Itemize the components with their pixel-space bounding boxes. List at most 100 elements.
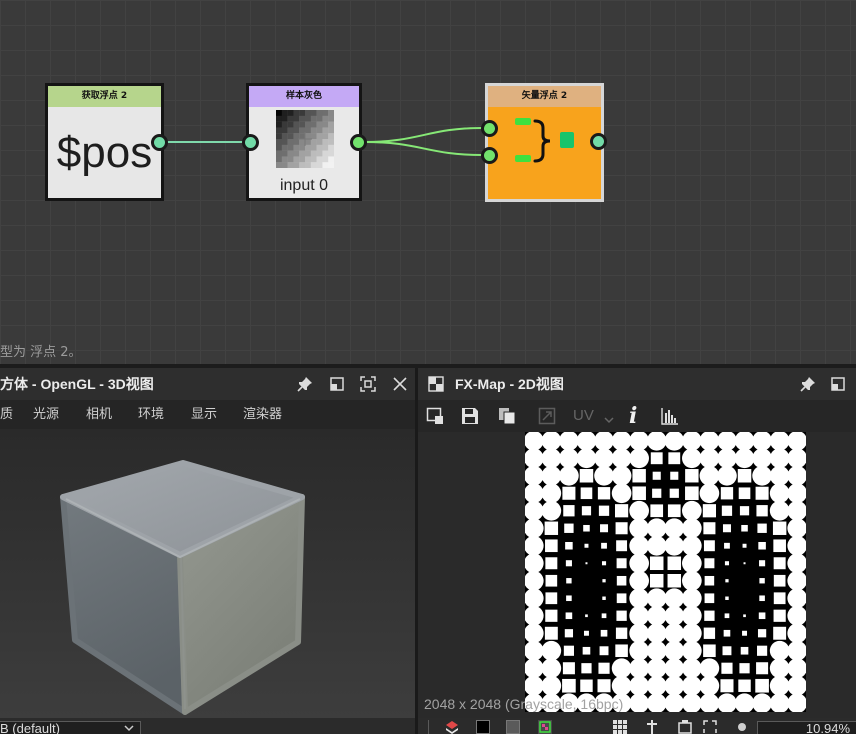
thumbnail-cell <box>293 156 300 163</box>
fx-map-cell <box>759 595 765 602</box>
fx-map-cell <box>629 518 649 539</box>
thumbnail-cell <box>305 133 311 140</box>
grid-icon[interactable] <box>613 720 627 734</box>
thumbnail-cell <box>310 144 317 151</box>
fx-map-cell <box>629 535 649 556</box>
thumbnail-cell <box>287 150 294 157</box>
fx-map-cell <box>646 640 667 661</box>
port-vector-input-1[interactable] <box>481 120 498 137</box>
histogram-icon[interactable] <box>661 407 679 425</box>
port-vector-input-2[interactable] <box>481 147 498 164</box>
fx-map-cell <box>682 535 702 556</box>
menu-renderer[interactable]: 渲染器 <box>243 400 282 429</box>
view2d-titlebar[interactable]: FX-Map - 2D视图 <box>418 368 856 400</box>
thumbnail-cell <box>276 110 282 116</box>
fx-map-cell <box>629 675 649 696</box>
fx-map-cell <box>646 623 667 644</box>
pin-icon[interactable] <box>800 376 816 392</box>
fx-map-cell <box>598 662 610 674</box>
fx-map-cell <box>615 644 628 658</box>
black-background-icon[interactable] <box>476 720 490 734</box>
image-info-text: 2048 x 2048 (Grayscale, 16bpc) <box>424 696 624 712</box>
fx-map-cell <box>629 432 649 451</box>
port-vector-output[interactable] <box>590 133 607 150</box>
node-get-float2[interactable]: 获取浮点 2 $pos <box>45 83 164 201</box>
wire-sample-to-vector-y[interactable] <box>364 141 483 156</box>
fit-frame-icon[interactable] <box>678 720 692 734</box>
fx-map-cell <box>773 574 786 587</box>
menu-camera[interactable]: 相机 <box>86 400 112 429</box>
copy-icon[interactable] <box>498 407 516 425</box>
fx-map-cell <box>544 626 558 640</box>
restore-icon[interactable] <box>329 376 345 392</box>
colorspace-value: B (default) <box>0 721 60 734</box>
info-icon[interactable]: i <box>629 400 637 432</box>
fx-map-cell <box>664 640 685 661</box>
menu-environment[interactable]: 环境 <box>138 400 164 429</box>
node-vector-float2[interactable]: 矢量浮点 2 <box>485 83 604 202</box>
fx-map-cell <box>564 629 574 638</box>
port-sample-gray-output[interactable] <box>350 134 367 151</box>
menu-display[interactable]: 显示 <box>191 400 217 429</box>
fx-map-cell <box>600 629 608 637</box>
node-sample-gray[interactable]: 样本灰色 input 0 <box>246 83 362 201</box>
brace-icon <box>533 119 551 163</box>
zoom-slider-handle[interactable] <box>738 723 746 731</box>
fx-map-cell <box>699 693 720 712</box>
fx-map-cell <box>769 640 790 661</box>
port-get-float2-output[interactable] <box>151 134 168 151</box>
zoom-input[interactable]: 10.94% <box>757 721 856 734</box>
node-header: 样本灰色 <box>249 86 359 107</box>
fx-map-cell <box>787 432 806 451</box>
thumbnail-cell <box>305 139 311 145</box>
fx-map-cell <box>646 675 667 696</box>
port-sample-gray-input[interactable] <box>242 134 259 151</box>
save-icon[interactable] <box>461 407 479 425</box>
close-icon[interactable] <box>392 376 408 392</box>
maximize-icon[interactable] <box>360 376 376 392</box>
layers-icon[interactable] <box>445 720 459 734</box>
fx-map-cell <box>670 471 679 480</box>
fx-map-cell <box>669 488 679 498</box>
fx-map-cell <box>787 570 806 591</box>
thumbnail-cell <box>305 150 311 157</box>
thumbnail-cell <box>276 150 282 157</box>
view3d-titlebar[interactable]: 方体 - OpenGL - 3D视图 <box>0 368 415 400</box>
thumbnail-cell <box>322 127 329 134</box>
thumbnail-cell <box>316 110 323 116</box>
fx-map-cell <box>757 629 767 638</box>
fx-map-cell <box>702 504 717 518</box>
fx-map-cell <box>703 627 716 639</box>
thumbnail-cell <box>287 156 294 163</box>
thumbnail-cell <box>281 156 288 163</box>
fx-map-cell <box>724 561 730 566</box>
export-view-icon[interactable] <box>426 407 444 425</box>
fx-map-cell <box>598 505 610 516</box>
fx-map-cell <box>580 487 593 500</box>
node-graph-canvas[interactable]: 获取浮点 2 $pos 样本灰色 input 0 矢量浮点 2 型为 浮点 2。 <box>0 0 856 364</box>
thumbnail-cell <box>299 127 306 134</box>
fx-map-cell <box>562 486 576 500</box>
checker-background-icon[interactable] <box>538 720 552 734</box>
pin-icon[interactable] <box>297 376 313 392</box>
view3d-viewport[interactable] <box>0 429 415 718</box>
restore-icon[interactable] <box>830 376 846 392</box>
zoom-value: 10.94% <box>805 721 850 734</box>
menu-material[interactable]: 质 <box>0 400 13 429</box>
fx-map-cell <box>725 579 729 583</box>
view2d-viewport[interactable]: 2048 x 2048 (Grayscale, 16bpc) <box>418 432 856 718</box>
fx-map-cell <box>611 675 632 696</box>
fx-map-cell <box>787 605 806 626</box>
fx-map-cell <box>682 588 702 609</box>
gray-background-icon[interactable] <box>506 720 520 734</box>
frame-icon[interactable] <box>703 720 717 734</box>
fx-map-cell <box>615 522 628 535</box>
fx-map-cell <box>545 609 558 622</box>
menu-lights[interactable]: 光源 <box>33 400 59 429</box>
fx-map-cell <box>787 640 806 661</box>
pin-icon[interactable] <box>645 720 659 734</box>
thumbnail-cell <box>328 156 335 163</box>
colorspace-dropdown[interactable]: B (default) <box>0 721 141 734</box>
toolbar-separator <box>428 720 429 734</box>
wire-sample-to-vector-x[interactable] <box>364 127 483 143</box>
